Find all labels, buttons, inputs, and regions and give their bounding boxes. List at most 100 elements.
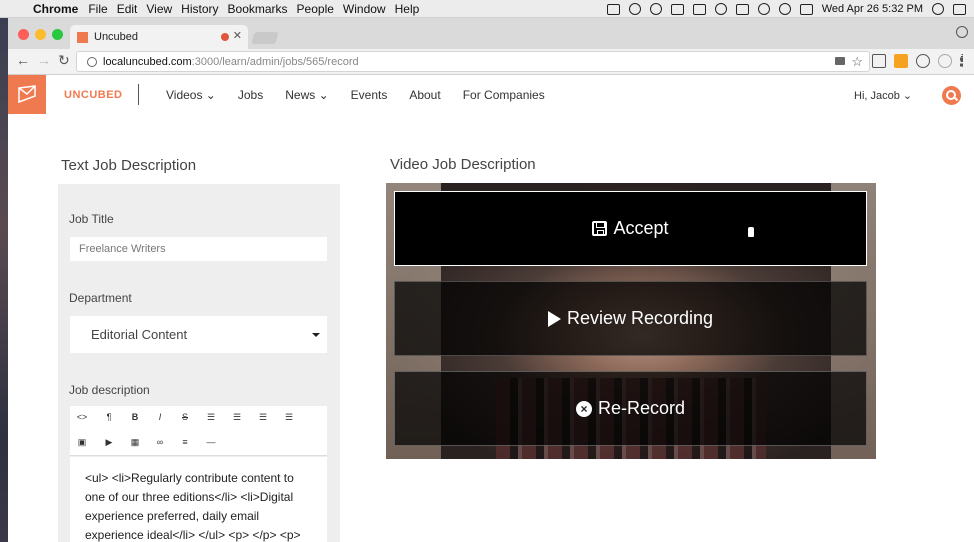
- cast-icon[interactable]: [872, 54, 886, 68]
- job-title-label: Job Title: [69, 212, 114, 226]
- close-circle-icon: ×: [575, 400, 592, 417]
- accept-button[interactable]: Accept: [394, 191, 867, 266]
- menu-app-name[interactable]: Chrome: [30, 2, 88, 16]
- close-tab-icon[interactable]: ✕: [233, 29, 242, 42]
- favicon-icon: [77, 31, 88, 43]
- camera-in-use-icon[interactable]: [835, 57, 845, 65]
- nav-videos[interactable]: Videos ⌄: [166, 88, 216, 102]
- italic-icon[interactable]: I: [153, 412, 167, 422]
- airplay-icon[interactable]: [670, 3, 684, 15]
- bulleted-list-icon[interactable]: ☰: [204, 412, 218, 423]
- nav-about[interactable]: About: [409, 88, 440, 102]
- menu-file[interactable]: File: [88, 2, 116, 16]
- browser-tabbar: Uncubed ✕: [8, 18, 974, 49]
- video-preview: Accept Review Recording × Re-Record: [386, 183, 876, 459]
- status-icon[interactable]: [606, 3, 620, 15]
- review-recording-label: Review Recording: [566, 308, 714, 328]
- spotlight-icon[interactable]: [932, 3, 944, 15]
- nav-events[interactable]: Events: [351, 88, 388, 102]
- bold-icon[interactable]: B: [128, 412, 142, 422]
- image-icon[interactable]: ▣: [75, 437, 89, 448]
- job-title-input[interactable]: Freelance Writers: [70, 237, 327, 261]
- profile-icon[interactable]: [956, 26, 968, 38]
- desktop-background: [0, 18, 8, 542]
- address-bar[interactable]: localuncubed.com:3000/learn/admin/jobs/5…: [76, 51, 870, 72]
- url-host: localuncubed.com: [103, 55, 192, 68]
- re-record-label: Re-Record: [597, 398, 686, 418]
- site-info-icon[interactable]: [87, 56, 97, 67]
- department-select[interactable]: Editorial Content: [70, 316, 327, 353]
- link-icon[interactable]: ∞: [153, 437, 167, 447]
- logo-mark-icon: [18, 85, 36, 104]
- job-form-panel: Job Title Freelance Writers Department E…: [58, 184, 340, 542]
- menu-edit[interactable]: Edit: [117, 2, 147, 16]
- nav-news[interactable]: News ⌄: [285, 88, 328, 102]
- editor-toolbar: <> ¶ B I S ☰ ☰ ☰ ☰ ▣ ▶ ▦ ∞ ≡ —: [70, 406, 327, 456]
- new-tab-button[interactable]: [251, 32, 279, 44]
- brand-name[interactable]: UNCUBED: [64, 89, 123, 101]
- bluetooth-icon[interactable]: [757, 3, 770, 15]
- url-path: :3000/learn/admin/jobs/565/record: [191, 55, 359, 68]
- code-view-icon[interactable]: <>: [75, 412, 89, 422]
- re-record-button[interactable]: × Re-Record: [394, 371, 867, 446]
- play-icon: [547, 310, 561, 327]
- back-icon[interactable]: ←: [16, 52, 30, 68]
- nav-divider: [138, 84, 139, 105]
- menu-help[interactable]: Help: [395, 2, 429, 16]
- job-description-editor[interactable]: <ul> <li>Regularly contribute content to…: [70, 457, 327, 542]
- table-icon[interactable]: ▦: [128, 437, 142, 448]
- reload-icon[interactable]: ↻: [58, 52, 70, 69]
- horizontal-rule-icon[interactable]: —: [204, 437, 218, 447]
- menu-bookmarks[interactable]: Bookmarks: [228, 2, 297, 16]
- wifi-icon[interactable]: [778, 3, 791, 15]
- tab-title: Uncubed: [94, 31, 139, 43]
- menu-history[interactable]: History: [181, 2, 227, 16]
- align-icon[interactable]: ≡: [178, 437, 192, 447]
- numbered-list-icon[interactable]: ☰: [230, 412, 244, 423]
- recording-indicator-icon: [221, 33, 229, 41]
- extension-info-icon[interactable]: [916, 54, 930, 68]
- uncubed-logo[interactable]: [8, 75, 46, 114]
- mac-menubar: Chrome File Edit View History Bookmarks …: [0, 0, 974, 18]
- stop-icon[interactable]: [649, 3, 662, 15]
- outdent-icon[interactable]: ☰: [256, 412, 270, 423]
- site-search-icon[interactable]: [942, 86, 961, 105]
- time-machine-icon[interactable]: [714, 3, 727, 15]
- save-icon: [592, 221, 608, 236]
- bookmark-star-icon[interactable]: ☆: [851, 54, 863, 70]
- dropdown-caret-icon: [312, 333, 320, 337]
- zoom-window-button[interactable]: [52, 29, 63, 40]
- menu-view[interactable]: View: [146, 2, 181, 16]
- volume-icon[interactable]: [735, 3, 749, 15]
- job-description-label: Job description: [69, 383, 150, 397]
- browser-toolbar: ← → ↻ localuncubed.com:3000/learn/admin/…: [8, 49, 974, 75]
- site-header: UNCUBED Videos ⌄ Jobs News ⌄ Events Abou…: [8, 75, 974, 115]
- video-job-description-heading: Video Job Description: [390, 156, 536, 173]
- forward-icon[interactable]: →: [37, 52, 51, 68]
- extension-icon[interactable]: [894, 54, 908, 68]
- indent-icon[interactable]: ☰: [282, 412, 296, 423]
- menu-window[interactable]: Window: [343, 2, 395, 16]
- nav-jobs[interactable]: Jobs: [238, 88, 263, 102]
- minimize-window-button[interactable]: [35, 29, 46, 40]
- accept-label: Accept: [613, 218, 669, 238]
- lock-icon[interactable]: [692, 3, 706, 15]
- battery-icon[interactable]: [799, 3, 813, 15]
- browser-tab-active[interactable]: Uncubed ✕: [70, 25, 248, 49]
- chrome-menu-icon[interactable]: [960, 54, 964, 68]
- strikethrough-icon[interactable]: S: [178, 412, 192, 422]
- user-menu[interactable]: Hi, Jacob ⌄: [854, 89, 912, 102]
- nav-for-companies[interactable]: For Companies: [463, 88, 545, 102]
- notification-center-icon[interactable]: [953, 3, 966, 15]
- info-icon[interactable]: [628, 3, 641, 15]
- review-recording-button[interactable]: Review Recording: [394, 281, 867, 356]
- menu-people[interactable]: People: [297, 2, 343, 16]
- text-job-description-heading: Text Job Description: [61, 157, 197, 174]
- department-label: Department: [69, 291, 132, 305]
- extension-gray-icon[interactable]: [938, 54, 952, 68]
- video-icon[interactable]: ▶: [102, 437, 116, 448]
- department-selected-value: Editorial Content: [91, 327, 188, 342]
- paragraph-icon[interactable]: ¶: [102, 412, 116, 422]
- menubar-clock[interactable]: Wed Apr 26 5:32 PM: [822, 3, 923, 15]
- close-window-button[interactable]: [18, 29, 29, 40]
